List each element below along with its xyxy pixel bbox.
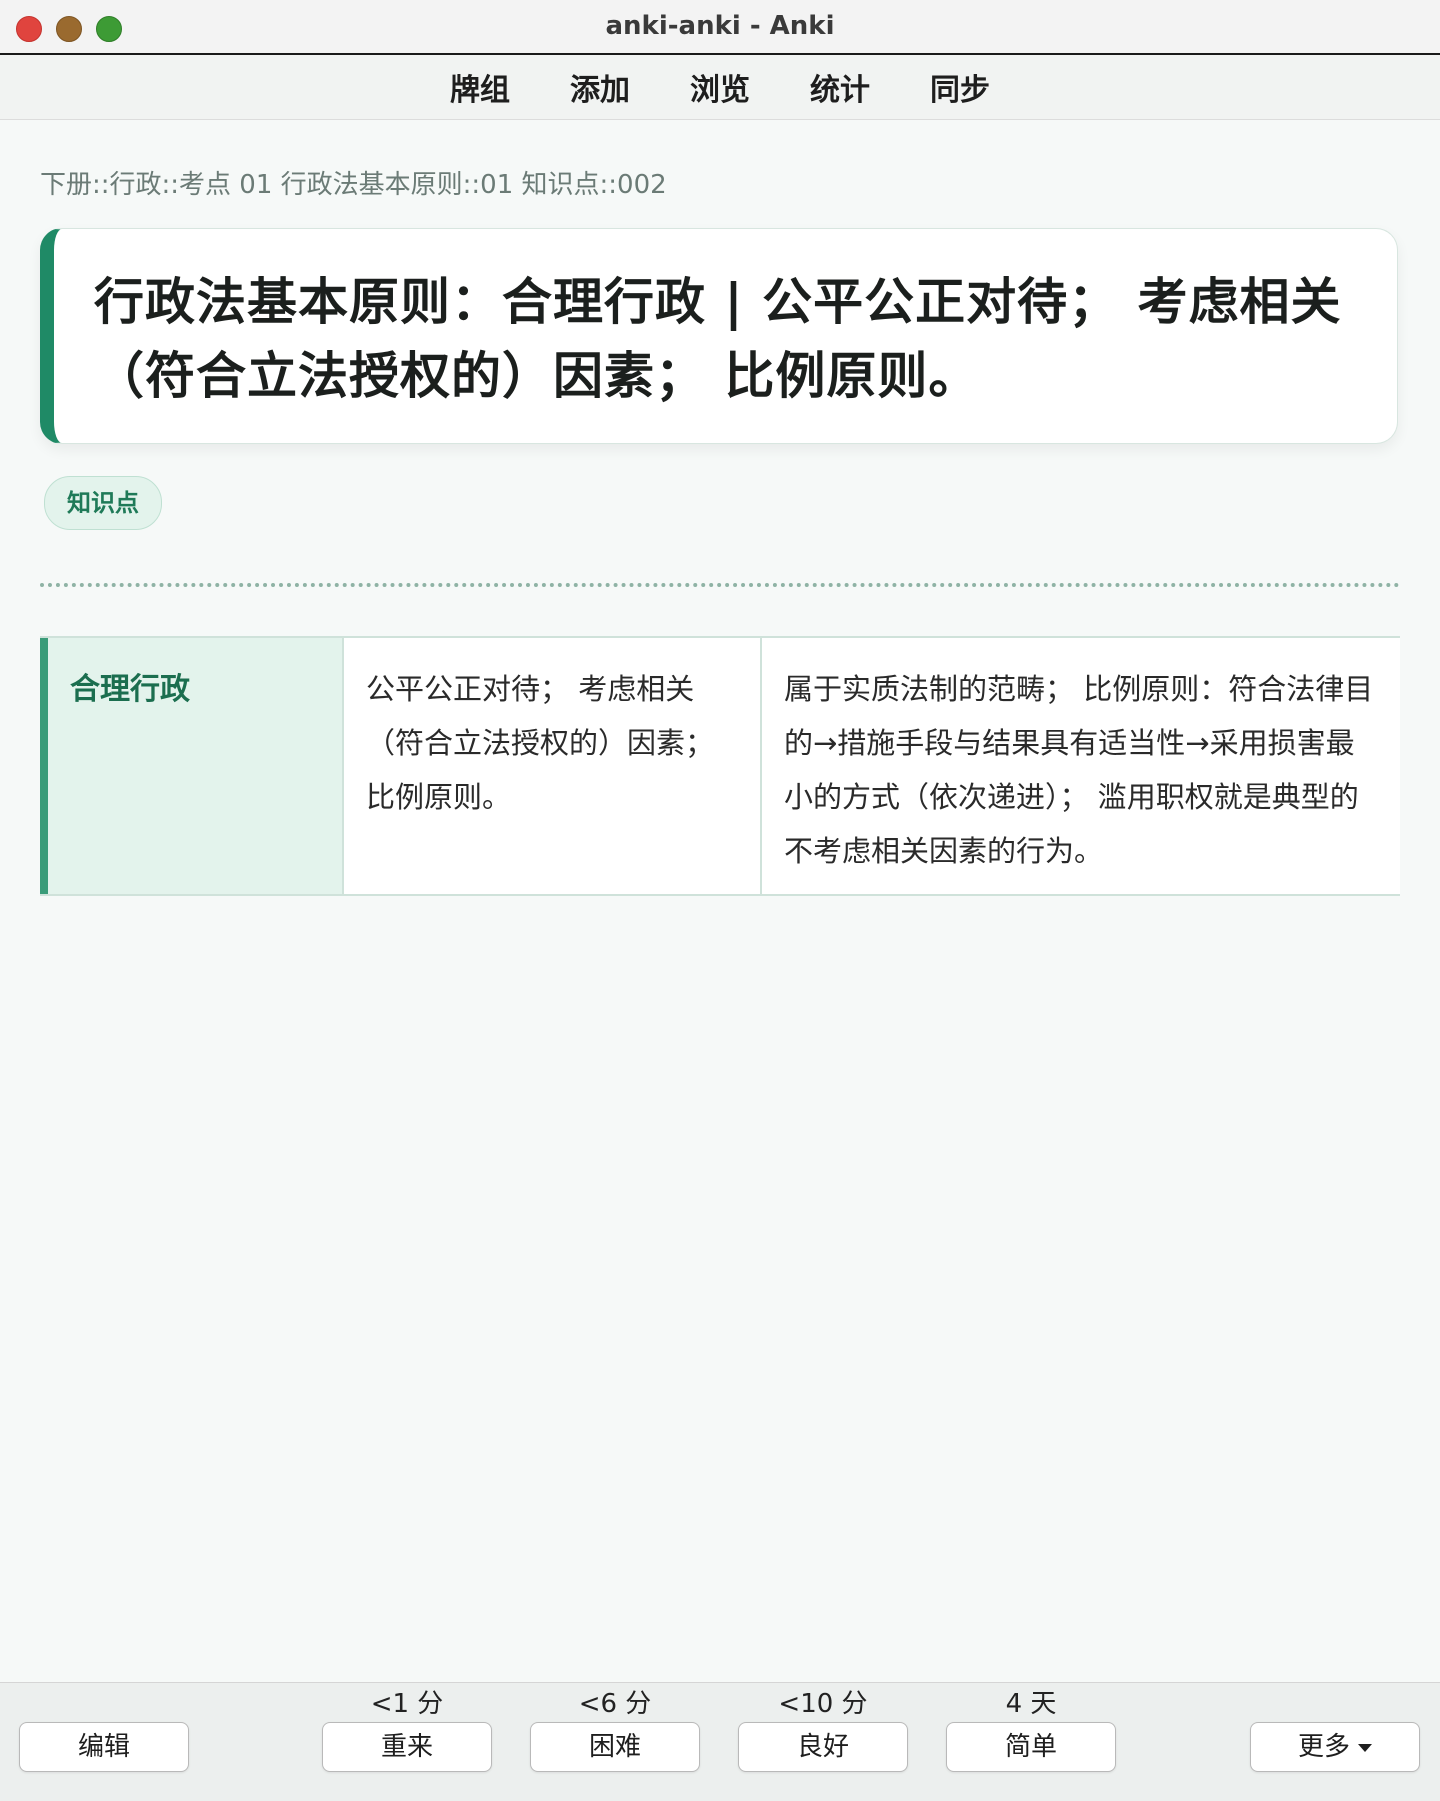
- toolbar-decks[interactable]: 牌组: [448, 61, 512, 113]
- easy-interval: 4 天: [1005, 1689, 1057, 1719]
- review-bottom-bar: [0, 1682, 1440, 1801]
- toolbar-sync[interactable]: 同步: [928, 61, 992, 113]
- again-interval: <1 分: [370, 1689, 444, 1719]
- hard-interval: <6 分: [578, 1689, 652, 1719]
- main-toolbar: 牌组 添加 浏览 统计 同步: [0, 55, 1440, 120]
- toolbar-browse[interactable]: 浏览: [688, 61, 752, 113]
- more-button-label: 更多: [1297, 1732, 1350, 1762]
- question-text: 行政法基本原则：合理行政 | 公平公正对待； 考虑相关（符合立法授权的）因素； …: [94, 273, 1342, 405]
- edit-button[interactable]: 编辑: [19, 1722, 189, 1772]
- answer-table: 合理行政 公平公正对待； 考虑相关（符合立法授权的）因素； 比例原则。 属于实质…: [40, 636, 1400, 896]
- easy-button[interactable]: 简单: [946, 1722, 1116, 1772]
- answer-detail-cell: 属于实质法制的范畴； 比例原则：符合法律目的→措施手段与结果具有适当性→采用损害…: [784, 672, 1374, 868]
- deck-path: 下册::行政::考点 01 行政法基本原则::01 知识点::002: [40, 170, 667, 200]
- toolbar-stats[interactable]: 统计: [808, 61, 872, 113]
- more-button[interactable]: 更多: [1250, 1722, 1420, 1772]
- toolbar-add[interactable]: 添加: [568, 61, 632, 113]
- good-button[interactable]: 良好: [738, 1722, 908, 1772]
- question-card: 行政法基本原则：合理行政 | 公平公正对待； 考虑相关（符合立法授权的）因素； …: [40, 228, 1398, 444]
- answer-summary-cell: 公平公正对待； 考虑相关（符合立法授权的）因素； 比例原则。: [344, 638, 762, 894]
- answer-key-cell: 合理行政: [40, 638, 344, 894]
- hard-button[interactable]: 困难: [530, 1722, 700, 1772]
- title-bar: anki-anki - Anki: [0, 0, 1440, 55]
- tag-badge: 知识点: [44, 476, 162, 530]
- good-interval: <10 分: [778, 1689, 868, 1719]
- chevron-down-icon: [1358, 1743, 1372, 1752]
- again-button[interactable]: 重来: [322, 1722, 492, 1772]
- answer-divider: [40, 583, 1400, 587]
- window-title: anki-anki - Anki: [605, 11, 835, 41]
